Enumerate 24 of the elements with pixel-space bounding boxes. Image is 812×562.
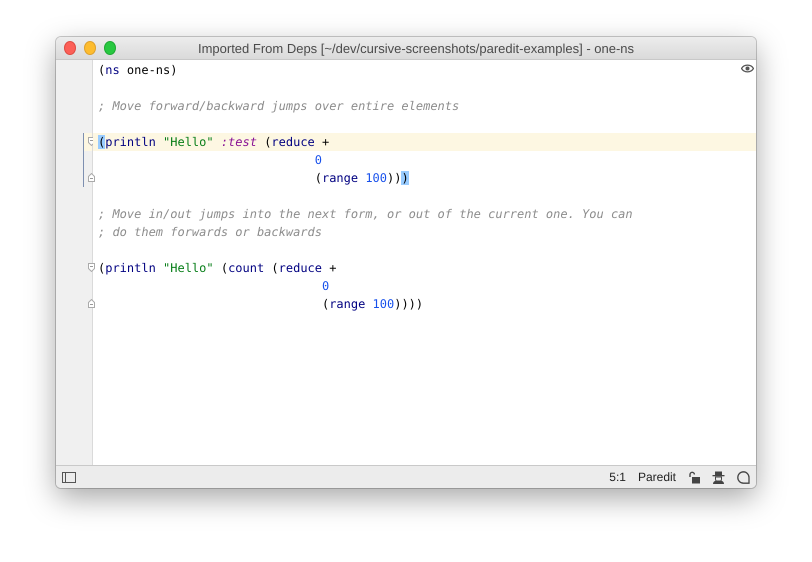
code-line: (range 100))) xyxy=(314,171,409,185)
hat-figure-icon[interactable] xyxy=(712,470,725,484)
eye-icon[interactable] xyxy=(741,64,754,73)
speech-bubble-icon[interactable] xyxy=(737,470,750,484)
code-comment: ; Move in/out jumps into the next form, or out of the current one. You can xyxy=(97,207,633,221)
code-line: (println "Hello" :test (reduce + xyxy=(97,135,330,149)
zoom-button[interactable] xyxy=(104,41,116,55)
code-line: (println "Hello" (count (reduce + xyxy=(97,261,336,275)
paredit-mode[interactable]: Paredit xyxy=(638,470,676,484)
minimize-button[interactable] xyxy=(84,41,96,55)
panel-toggle-icon[interactable] xyxy=(62,472,76,482)
code-line: 0 xyxy=(314,153,322,167)
close-button[interactable] xyxy=(64,41,76,55)
code-comment: ; Move forward/backward jumps over entire elements xyxy=(97,99,460,113)
cursor-position[interactable]: 5:1 xyxy=(609,470,626,484)
code-line: (ns one-ns) xyxy=(97,63,178,77)
unfold-end-icon[interactable] xyxy=(88,299,95,308)
window-title: Imported From Deps [~/dev/cursive-screenshots/paredit-examples] - one-ns xyxy=(196,40,636,56)
unfold-end-icon[interactable] xyxy=(88,173,95,182)
code-comment: ; do them forwards or backwards xyxy=(97,225,322,239)
fold-icon[interactable] xyxy=(88,263,95,272)
code-line: 0 xyxy=(320,279,330,293)
lock-icon[interactable] xyxy=(688,470,700,484)
code-line: (range 100)))) xyxy=(320,297,424,311)
